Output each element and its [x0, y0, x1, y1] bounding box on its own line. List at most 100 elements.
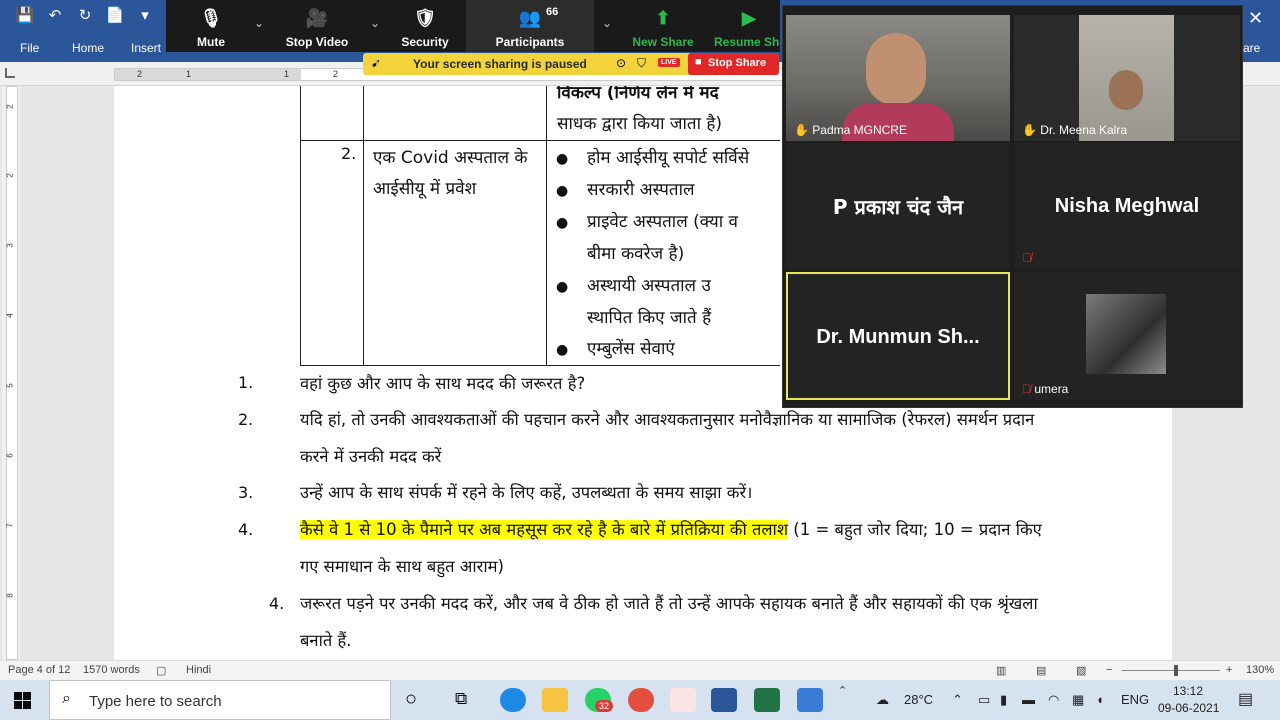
participant-tile-video[interactable]: ✋ Padma MGNCRE [786, 15, 1010, 141]
new-document-icon[interactable]: 📄 [104, 6, 126, 24]
battery-icon[interactable]: ▬ [1022, 692, 1035, 707]
page-count[interactable]: Page 4 of 12 [8, 664, 70, 676]
status-bar: Page 4 of 12 1570 words ▢ Hindi ▥ ▤ ▧ − … [0, 660, 1280, 680]
language-indicator[interactable]: Hindi [186, 664, 211, 676]
whatsapp-icon[interactable]: 32 [585, 688, 614, 712]
table-cell-text: साधक द्वारा किया जाता है) [557, 114, 723, 134]
clock-date[interactable]: 09-06-2021 [1158, 701, 1219, 715]
photos-icon[interactable] [797, 688, 823, 712]
vruler-number: 7 [5, 523, 15, 528]
table-cell-text: एक Covid अस्पताल के [373, 148, 528, 168]
input-language[interactable]: ENG [1121, 692, 1149, 707]
mute-button[interactable]: 🎙 Mute [166, 0, 256, 52]
participant-tile-active-speaker[interactable]: Dr. Munmun Sh... [786, 272, 1010, 400]
windows-start-icon[interactable] [14, 692, 31, 709]
clock-time[interactable]: 13:12 [1173, 684, 1203, 698]
stop-video-button[interactable]: 🎥 Stop Video [272, 0, 362, 52]
table-cell-text: आईसीयू में प्रवेश [373, 179, 477, 199]
zoom-slider[interactable] [1122, 665, 1220, 676]
table-row-number: 2. [341, 144, 357, 163]
proofing-icon[interactable]: ▢ [156, 664, 166, 677]
word-icon[interactable] [711, 688, 737, 712]
participant-tile-name[interactable]: P प्रकाश चंद जैन [786, 143, 1010, 269]
participant-tile-video[interactable]: ✋ Dr. Meena Kalra [1014, 15, 1240, 141]
stop-share-label: Stop Share [708, 57, 767, 69]
task-view-icon[interactable]: ⧉ [455, 689, 467, 709]
file-explorer-icon[interactable] [542, 688, 568, 712]
snipping-tool-icon[interactable] [670, 688, 696, 712]
vruler-number: 2 [5, 104, 15, 109]
participant-tile-name[interactable]: Nisha Meghwal 🎙̸ [1014, 143, 1240, 269]
stop-share-button[interactable]: ■ Stop Share [688, 53, 779, 75]
edge-icon[interactable] [500, 688, 526, 712]
microphone-icon[interactable]: ▮ [1000, 692, 1007, 708]
web-layout-icon[interactable]: ▧ [1076, 664, 1086, 677]
stop-video-label: Stop Video [285, 35, 349, 49]
tab-home[interactable]: Home [72, 41, 104, 55]
bullet-icon: ● [556, 279, 569, 295]
participant-video [1109, 70, 1143, 110]
table-bullet-text: होम आईसीयू सपोर्ट सर्विसे [587, 148, 750, 168]
new-share-button[interactable]: ⬆ New Share [618, 0, 708, 52]
resume-icon: ▶ [742, 8, 756, 28]
close-icon[interactable]: ✕ [1248, 8, 1263, 29]
security-button[interactable]: 🛡 Security [380, 0, 470, 52]
temperature[interactable]: 28°C [904, 692, 933, 707]
tab-selector[interactable] [5, 68, 15, 78]
vruler-number: 8 [5, 593, 15, 598]
tab-insert[interactable]: Insert [131, 41, 161, 55]
quick-access-toolbar: 💾 ↶ ↻ 📄 ▾ [14, 6, 156, 24]
undo-icon[interactable]: ↶ [44, 6, 66, 24]
taskbar: ⌕ Type here to search ○ ⧉ 32 ⌃ ☁ 28°C ⌃ … [0, 680, 1280, 720]
participant-count: 66 [546, 6, 559, 18]
whatsapp-badge: 32 [595, 700, 614, 712]
wifi-icon[interactable]: ◠ [1048, 692, 1059, 708]
notifications-icon[interactable]: ▤ [1238, 689, 1253, 709]
ruler-margin-left [115, 69, 301, 80]
search-placeholder: Type here to search [89, 693, 222, 710]
save-icon[interactable]: 💾 [14, 6, 36, 24]
stop-icon: ■ [695, 56, 702, 68]
zoom-in-button[interactable]: + [1226, 664, 1232, 676]
zoom-gallery-view: ✕ ✋ Padma MGNCRE ✋ Dr. Meena Kalra P प्र… [782, 5, 1263, 408]
bullet-icon: ● [556, 151, 569, 167]
new-share-label: New Share [632, 35, 694, 49]
pin-icon[interactable]: ➹ [371, 56, 381, 70]
print-layout-icon[interactable]: ▤ [1036, 664, 1046, 677]
zoom-out-button[interactable]: − [1106, 664, 1112, 676]
tab-file[interactable]: File [20, 41, 39, 55]
participants-options-caret[interactable]: ⌄ [602, 16, 612, 30]
meet-now-icon[interactable]: ▭ [978, 692, 990, 708]
vertical-ruler-track[interactable] [6, 86, 18, 660]
participants-button[interactable]: 👥 66 Participants [466, 0, 594, 52]
resume-share-button[interactable]: ▶ Resume Sha [706, 0, 780, 52]
table-bullet-text: एम्बुलेंस सेवाएं [587, 339, 675, 359]
excel-icon[interactable] [754, 688, 780, 712]
zoom-level[interactable]: 130% [1246, 664, 1274, 676]
live-badge: LIVE [658, 58, 680, 67]
new-share-icon: ⬆ [655, 8, 671, 28]
chrome-icon[interactable] [628, 688, 654, 712]
shield-icon: 🛡 [413, 8, 437, 28]
taskbar-search-box[interactable]: ⌕ Type here to search [49, 680, 391, 720]
participant-name: 🎙̸ umera [1022, 382, 1068, 396]
customize-qat-icon[interactable]: ▾ [134, 6, 156, 24]
zoom-slider-thumb[interactable] [1173, 665, 1178, 676]
weather-icon[interactable]: ☁ [876, 692, 889, 708]
share-button[interactable]: are [1243, 41, 1260, 55]
word-count[interactable]: 1570 words [83, 664, 140, 676]
ruler-number: 2 [137, 69, 143, 79]
audio-options-caret[interactable]: ⌄ [254, 16, 264, 30]
vruler-number: 5 [5, 383, 15, 388]
list-number: 1. [238, 373, 254, 392]
participant-tile-avatar[interactable]: 🎙̸ umera [1014, 272, 1240, 400]
show-hidden-icons[interactable]: ⌃ [952, 692, 963, 708]
redo-icon[interactable]: ↻ [74, 6, 96, 24]
taskbar-scroll-icon[interactable]: ⌃ [838, 684, 847, 697]
volume-icon[interactable]: ◖ [1096, 692, 1104, 707]
table-bullet-text: प्राइवेट अस्पताल (क्या व [587, 212, 738, 232]
network-icon[interactable]: ▦ [1072, 692, 1084, 708]
cortana-icon[interactable]: ○ [405, 688, 417, 711]
read-mode-icon[interactable]: ▥ [996, 664, 1006, 677]
video-options-caret[interactable]: ⌄ [370, 16, 380, 30]
